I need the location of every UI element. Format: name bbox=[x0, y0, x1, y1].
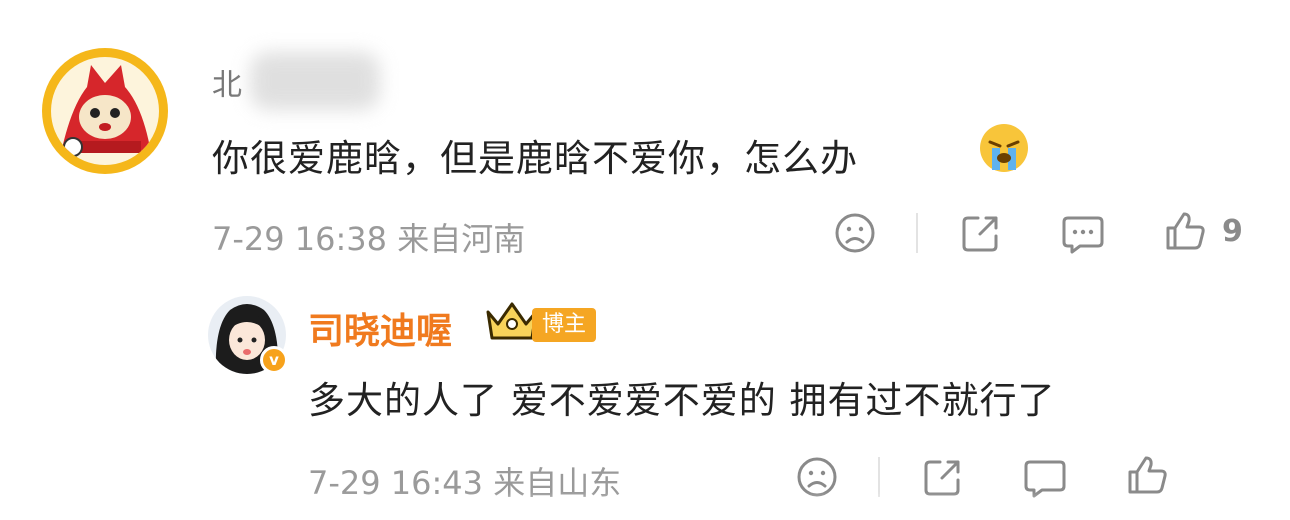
verified-badge: v bbox=[260, 346, 288, 374]
action-divider bbox=[916, 213, 918, 253]
reply-username[interactable]: 司晓迪喔 bbox=[308, 302, 452, 354]
action-divider bbox=[878, 457, 880, 497]
blogger-badge: 博主 bbox=[532, 308, 597, 342]
comment-meta: 7-29 16:38 来自河南 bbox=[212, 214, 525, 260]
like-icon[interactable] bbox=[1162, 208, 1208, 254]
commenter-avatar[interactable] bbox=[42, 48, 168, 174]
dislike-icon[interactable] bbox=[832, 210, 878, 256]
comment-text: 你很爱鹿晗，但是鹿晗不爱你，怎么办 bbox=[212, 137, 858, 180]
crying-face-emoji bbox=[978, 122, 1030, 174]
commenter-username[interactable]: 北 bbox=[212, 60, 242, 104]
share-icon[interactable] bbox=[958, 210, 1004, 256]
comment-time: 7-29 16:38 bbox=[212, 220, 388, 258]
redacted-username-blur bbox=[250, 52, 380, 110]
comment-location: 来自河南 bbox=[397, 220, 526, 258]
bottom-fade-overlay bbox=[0, 492, 1290, 520]
comment-icon[interactable] bbox=[1060, 210, 1106, 256]
like-count: 9 bbox=[1222, 214, 1243, 249]
reply-text: 多大的人了 爱不爱爱不爱的 拥有过不就行了 bbox=[308, 379, 1056, 422]
